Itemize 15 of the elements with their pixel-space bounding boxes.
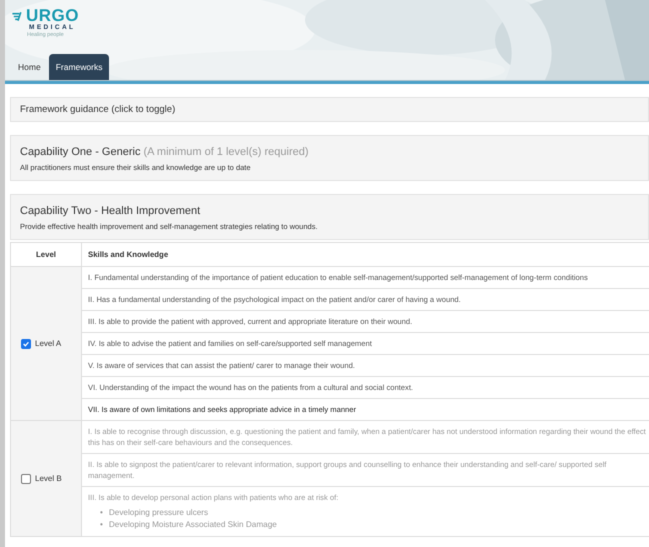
nav-tab[interactable]: Frameworks [48, 54, 110, 80]
capability-note: (A minimum of 1 level(s) required) [143, 146, 309, 158]
capability-title: Capability One - Generic [20, 146, 140, 158]
logo-text: URGO [26, 8, 79, 24]
bullet-marker: • [100, 507, 103, 519]
level-checkbox[interactable]: Level B [21, 474, 71, 484]
checkbox[interactable] [21, 474, 31, 484]
level-checkbox[interactable]: Level A [21, 338, 71, 348]
capability-title: Capability Two - Health Improvement [20, 205, 200, 217]
bullet-item: Developing pressure ulcers [108, 507, 208, 519]
guidance-toggle[interactable]: Framework guidance (click to toggle) [10, 97, 649, 122]
nav-tab[interactable]: Home [12, 54, 47, 80]
bullet-marker: • [100, 519, 103, 531]
bullet-item: Developing Moisture Associated Skin Damage [108, 519, 277, 531]
checkbox[interactable] [21, 338, 31, 348]
